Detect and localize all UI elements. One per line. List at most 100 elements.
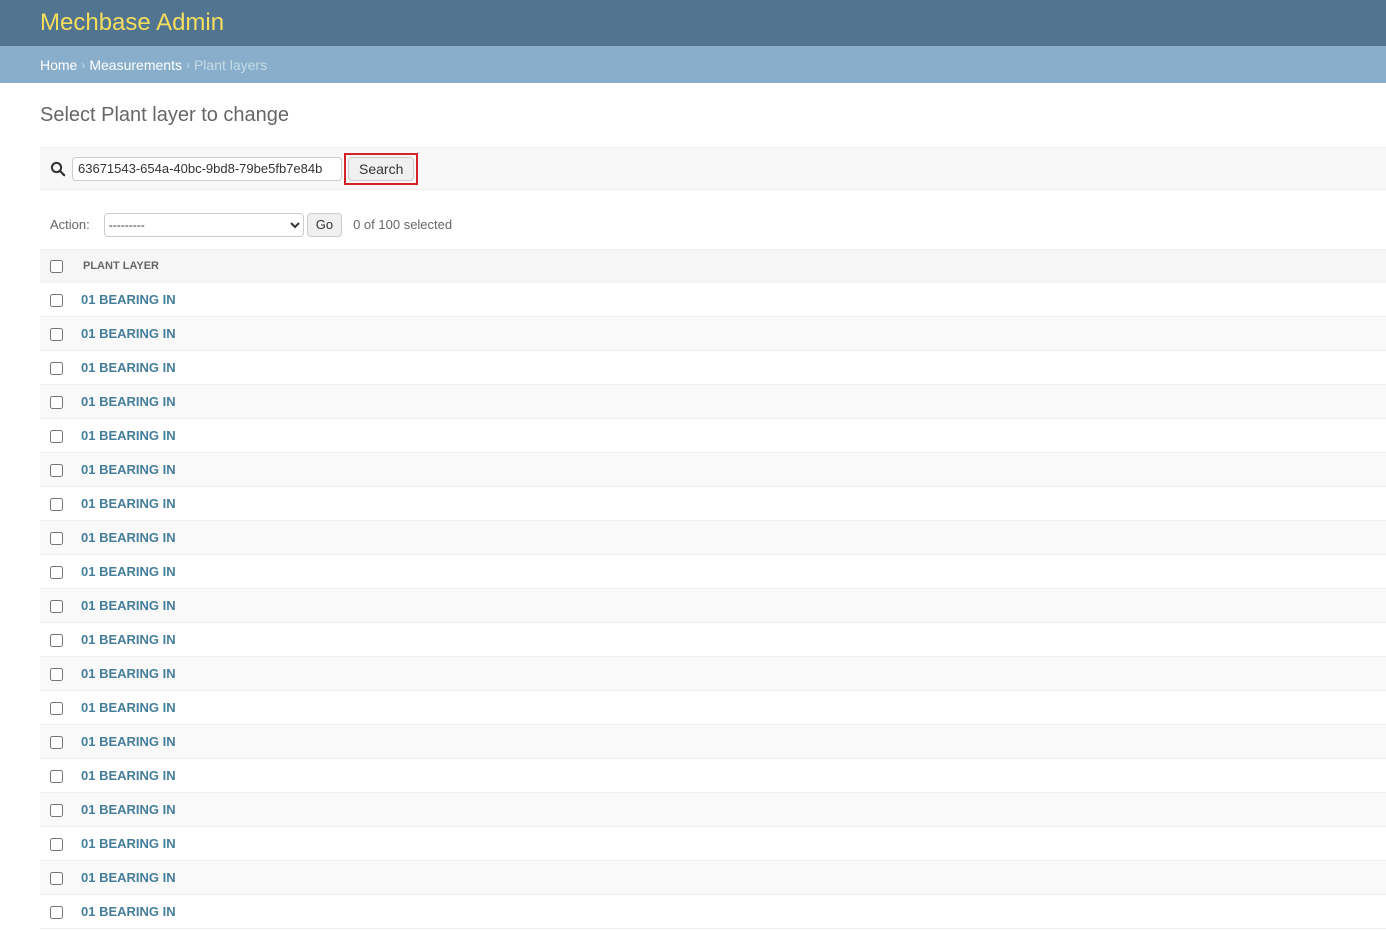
row-link[interactable]: 01 BEARING IN [81,768,176,783]
column-header-plant-layer[interactable]: PLANT LAYER [73,249,1386,283]
row-name-cell: 01 BEARING IN [73,588,1386,623]
row-checkbox[interactable] [50,498,63,512]
row-checkbox[interactable] [50,430,63,444]
search-button[interactable]: Search [348,156,415,181]
row-checkbox-cell [40,384,73,419]
row-link[interactable]: 01 BEARING IN [81,292,176,307]
row-link[interactable]: 01 BEARING IN [81,632,176,647]
site-branding[interactable]: Mechbase Admin [40,11,224,35]
row-checkbox[interactable] [50,736,63,750]
table-row: 01 BEARING IN [40,486,1386,521]
table-row: 01 BEARING IN [40,860,1386,895]
table-row: 01 BEARING IN [40,724,1386,759]
row-link[interactable]: 01 BEARING IN [81,836,176,851]
row-checkbox[interactable] [50,566,63,580]
row-name-cell: 01 BEARING IN [73,350,1386,385]
row-link[interactable]: 01 BEARING IN [81,530,176,545]
row-link[interactable]: 01 BEARING IN [81,904,176,919]
table-row: 01 BEARING IN [40,282,1386,317]
row-checkbox[interactable] [50,906,63,920]
row-checkbox-cell [40,452,73,487]
row-link[interactable]: 01 BEARING IN [81,666,176,681]
table-row: 01 BEARING IN [40,690,1386,725]
search-toolbar: Search [40,147,1386,190]
row-name-cell: 01 BEARING IN [73,826,1386,861]
row-name-cell: 01 BEARING IN [73,316,1386,351]
table-row: 01 BEARING IN [40,792,1386,827]
row-link[interactable]: 01 BEARING IN [81,496,176,511]
row-name-cell: 01 BEARING IN [73,486,1386,521]
table-row: 01 BEARING IN [40,656,1386,691]
row-name-cell: 01 BEARING IN [73,520,1386,555]
actions-bar: Action: --------- Go 0 of 100 selected [40,190,1386,249]
table-row: 01 BEARING IN [40,894,1386,929]
row-checkbox[interactable] [50,532,63,546]
breadcrumb-measurements-link[interactable]: Measurements [89,57,182,73]
row-name-cell: 01 BEARING IN [73,690,1386,725]
row-link[interactable]: 01 BEARING IN [81,700,176,715]
row-checkbox-cell [40,656,73,691]
row-checkbox[interactable] [50,770,63,784]
row-checkbox[interactable] [50,634,63,648]
go-button[interactable]: Go [306,212,343,237]
row-link[interactable]: 01 BEARING IN [81,360,176,375]
result-table: PLANT LAYER 01 BEARING IN 01 BEARING IN 01… [40,249,1386,929]
row-link[interactable]: 01 BEARING IN [81,870,176,885]
row-name-cell: 01 BEARING IN [73,622,1386,657]
table-row: 01 BEARING IN [40,826,1386,861]
row-link[interactable]: 01 BEARING IN [81,564,176,579]
row-checkbox-cell [40,282,73,317]
table-row: 01 BEARING IN [40,520,1386,555]
page-title: Select Plant layer to change [40,104,290,126]
row-name-cell: 01 BEARING IN [73,554,1386,589]
row-checkbox-cell [40,690,73,725]
breadcrumb-separator: › [185,57,190,72]
row-checkbox[interactable] [50,838,63,852]
row-checkbox[interactable] [50,464,63,478]
table-row: 01 BEARING IN [40,452,1386,487]
table-row: 01 BEARING IN [40,554,1386,589]
table-row: 01 BEARING IN [40,588,1386,623]
row-checkbox-cell [40,826,73,861]
breadcrumb-home-link[interactable]: Home [40,57,77,73]
action-label: Action: [50,217,90,232]
select-all-checkbox[interactable] [50,259,63,273]
row-checkbox[interactable] [50,872,63,886]
row-checkbox[interactable] [50,600,63,614]
row-checkbox[interactable] [50,328,63,342]
row-link[interactable]: 01 BEARING IN [81,428,176,443]
table-row: 01 BEARING IN [40,350,1386,385]
row-checkbox-cell [40,588,73,623]
row-checkbox[interactable] [50,804,63,818]
row-link[interactable]: 01 BEARING IN [81,462,176,477]
row-checkbox-cell [40,520,73,555]
row-name-cell: 01 BEARING IN [73,452,1386,487]
row-link[interactable]: 01 BEARING IN [81,802,176,817]
row-checkbox[interactable] [50,702,63,716]
row-link[interactable]: 01 BEARING IN [81,394,176,409]
search-input[interactable] [72,156,342,181]
row-checkbox[interactable] [50,294,63,308]
row-link[interactable]: 01 BEARING IN [81,734,176,749]
table-row: 01 BEARING IN [40,418,1386,453]
selected-count: 0 of 100 selected [353,217,453,232]
row-checkbox-cell [40,554,73,589]
row-link[interactable]: 01 BEARING IN [81,598,176,613]
row-link[interactable]: 01 BEARING IN [81,326,176,341]
table-row: 01 BEARING IN [40,316,1386,351]
row-name-cell: 01 BEARING IN [73,860,1386,895]
row-name-cell: 01 BEARING IN [73,384,1386,419]
row-checkbox-cell [40,486,73,521]
row-checkbox[interactable] [50,362,63,376]
action-select[interactable]: --------- [103,212,304,237]
row-checkbox[interactable] [50,668,63,682]
main-content: Select Plant layer to change Search Acti… [0,83,1386,929]
select-all-cell [40,249,73,283]
table-row: 01 BEARING IN [40,384,1386,419]
row-checkbox[interactable] [50,396,63,410]
breadcrumb-separator: › [81,57,86,72]
row-checkbox-cell [40,758,73,793]
table-header-row: PLANT LAYER [40,249,1386,283]
row-name-cell: 01 BEARING IN [73,724,1386,759]
row-checkbox-cell [40,622,73,657]
